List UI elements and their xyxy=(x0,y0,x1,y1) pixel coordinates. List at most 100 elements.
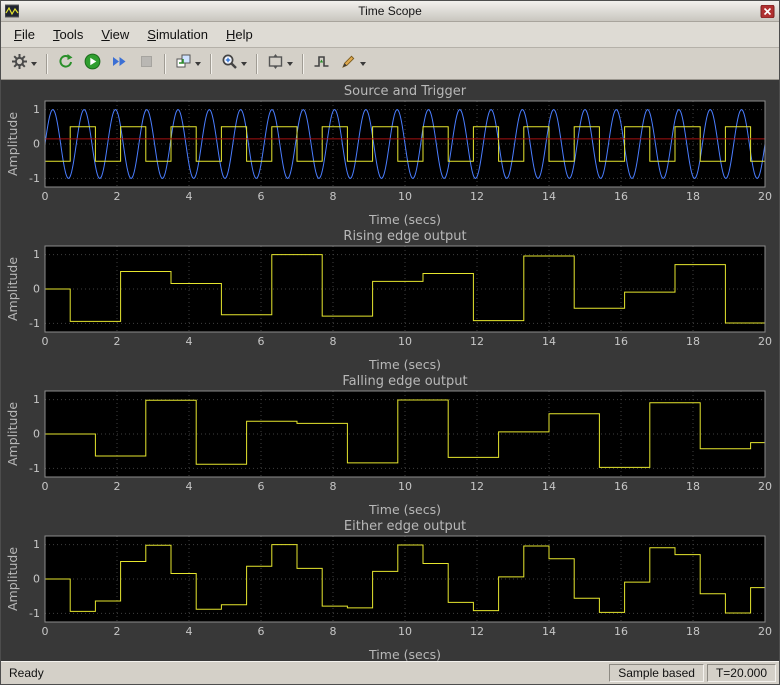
x-tick-label: 8 xyxy=(330,190,337,203)
restart-button[interactable] xyxy=(52,49,79,79)
stop-icon xyxy=(138,53,155,75)
zoom-button[interactable] xyxy=(216,49,252,79)
chart-xlabel: Time (secs) xyxy=(368,647,441,661)
y-tick-label: 0 xyxy=(33,138,40,151)
menu-item-simulation[interactable]: Simulation xyxy=(138,24,217,45)
chevron-down-icon xyxy=(195,61,201,66)
chart-ylabel: Amplitude xyxy=(5,112,20,176)
x-tick-label: 20 xyxy=(758,335,772,348)
chevron-down-icon xyxy=(241,61,247,66)
titlebar[interactable]: Time Scope xyxy=(1,1,779,22)
x-tick-label: 20 xyxy=(758,480,772,493)
x-tick-label: 6 xyxy=(258,625,265,638)
chart-svg: 0 2 4 6 8 10 12 14 16 18 20-101Either edge outputT… xyxy=(5,519,772,661)
close-button[interactable] xyxy=(760,4,775,18)
x-tick-label: 18 xyxy=(686,480,700,493)
toolbar-separator xyxy=(302,53,304,74)
toolbar-separator xyxy=(46,53,48,74)
x-tick-label: 6 xyxy=(258,190,265,203)
trigger-button[interactable] xyxy=(308,49,335,79)
y-tick-label: 0 xyxy=(33,428,40,441)
run-icon xyxy=(84,53,101,75)
magnifier-icon xyxy=(221,53,238,75)
step-forward-button[interactable] xyxy=(106,49,133,79)
menu-item-view[interactable]: View xyxy=(92,24,138,45)
x-tick-label: 20 xyxy=(758,625,772,638)
chart-xlabel: Time (secs) xyxy=(368,502,441,517)
chart-svg: 0 2 4 6 8 10 12 14 16 18 20-101Rising edge outputT… xyxy=(5,229,772,372)
x-tick-label: 2 xyxy=(114,335,121,348)
x-tick-label: 4 xyxy=(186,335,193,348)
trigger-waveform-icon xyxy=(313,53,330,75)
chart-ylabel: Amplitude xyxy=(5,402,20,466)
chart-svg: 0 2 4 6 8 10 12 14 16 18 20-101Falling edge output… xyxy=(5,374,772,517)
y-tick-label: -1 xyxy=(29,317,40,330)
x-tick-label: 20 xyxy=(758,190,772,203)
x-tick-label: 16 xyxy=(614,190,628,203)
x-tick-label: 2 xyxy=(114,625,121,638)
x-tick-label: 0 xyxy=(42,335,49,348)
window-title: Time Scope xyxy=(358,4,422,18)
status-ready: Ready xyxy=(9,666,44,680)
y-tick-label: 1 xyxy=(33,103,40,116)
stepping-options-icon xyxy=(175,53,192,75)
chart-ylabel: Amplitude xyxy=(5,257,20,321)
chart-svg: 0 2 4 6 8 10 12 14 16 18 20-101Source and TriggerT… xyxy=(5,84,772,227)
y-tick-label: 0 xyxy=(33,283,40,296)
status-time: T=20.000 xyxy=(706,664,776,682)
x-tick-label: 6 xyxy=(258,335,265,348)
chevron-down-icon xyxy=(360,61,366,66)
x-tick-label: 12 xyxy=(470,190,484,203)
menu-item-file[interactable]: File xyxy=(5,24,44,45)
x-tick-label: 10 xyxy=(398,335,412,348)
menubar: File Tools View Simulation Help xyxy=(1,22,779,48)
y-tick-label: 1 xyxy=(33,248,40,261)
y-tick-label: -1 xyxy=(29,462,40,475)
x-tick-label: 14 xyxy=(542,190,556,203)
chart-panel-source-and-trigger[interactable]: 0 2 4 6 8 10 12 14 16 18 20 -1 0 1 Source and Trigger T… xyxy=(5,83,779,228)
chart-xlabel: Time (secs) xyxy=(368,212,441,227)
time-scope-window: Time Scope File Tools View Simulation He… xyxy=(0,0,780,685)
x-tick-label: 18 xyxy=(686,625,700,638)
gear-icon xyxy=(11,53,28,75)
chart-panel-falling-edge-output[interactable]: 0 2 4 6 8 10 12 14 16 18 20 -1 0 1 Falling edge output… xyxy=(5,373,779,518)
fit-axes-icon xyxy=(267,53,284,75)
scope-canvas: 0 2 4 6 8 10 12 14 16 18 20 -1 0 1 Source and Trigger T… xyxy=(1,80,779,661)
y-tick-label: -1 xyxy=(29,172,40,185)
settings-button[interactable] xyxy=(6,49,42,79)
chevron-down-icon xyxy=(287,61,293,66)
step-forward-icon xyxy=(111,53,128,75)
fit-axes-button[interactable] xyxy=(262,49,298,79)
y-tick-label: 1 xyxy=(33,393,40,406)
x-tick-label: 8 xyxy=(330,480,337,493)
y-tick-label: 0 xyxy=(33,573,40,586)
x-tick-label: 12 xyxy=(470,335,484,348)
chart-panel-either-edge-output[interactable]: 0 2 4 6 8 10 12 14 16 18 20 -1 0 1 Either edge output T… xyxy=(5,518,779,661)
chart-title: Falling edge output xyxy=(342,374,467,389)
menu-item-tools[interactable]: Tools xyxy=(44,24,92,45)
x-tick-label: 6 xyxy=(258,480,265,493)
x-tick-label: 14 xyxy=(542,335,556,348)
window-icon xyxy=(5,4,19,18)
toolbar-separator xyxy=(164,53,166,74)
menu-item-help[interactable]: Help xyxy=(217,24,262,45)
x-tick-label: 18 xyxy=(686,335,700,348)
measurements-button[interactable] xyxy=(335,49,371,79)
status-sample-mode: Sample based xyxy=(609,664,704,682)
stepping-options-button[interactable] xyxy=(170,49,206,79)
x-tick-label: 12 xyxy=(470,625,484,638)
chevron-down-icon xyxy=(31,61,37,66)
restart-icon xyxy=(57,53,74,75)
chart-title: Source and Trigger xyxy=(344,84,467,99)
chart-panel-rising-edge-output[interactable]: 0 2 4 6 8 10 12 14 16 18 20 -1 0 1 Rising edge output T… xyxy=(5,228,779,373)
y-tick-label: -1 xyxy=(29,607,40,620)
x-tick-label: 8 xyxy=(330,625,337,638)
toolbar-separator xyxy=(256,53,258,74)
x-tick-label: 10 xyxy=(398,480,412,493)
x-tick-label: 10 xyxy=(398,625,412,638)
x-tick-label: 2 xyxy=(114,190,121,203)
run-button[interactable] xyxy=(79,49,106,79)
x-tick-label: 10 xyxy=(398,190,412,203)
stop-button[interactable] xyxy=(133,49,160,79)
x-tick-label: 16 xyxy=(614,480,628,493)
